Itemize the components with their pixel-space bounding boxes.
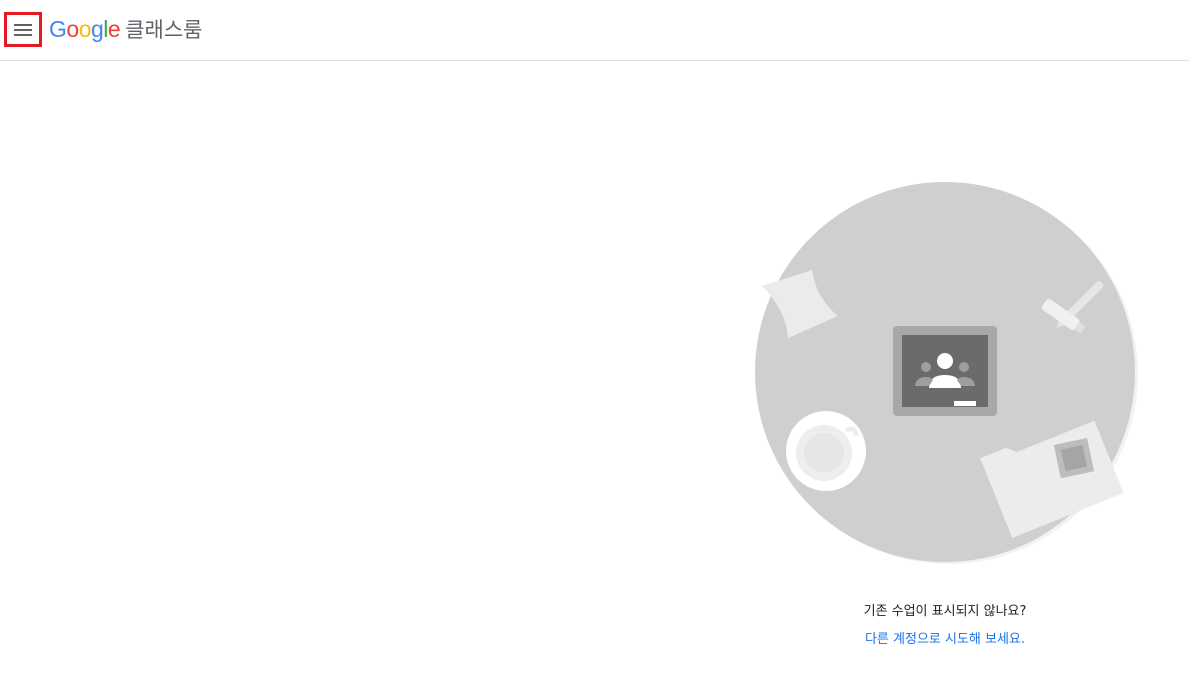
classroom-board-icon bbox=[893, 326, 997, 416]
classroom-logo[interactable]: Google 클래스룸 bbox=[49, 15, 202, 44]
logo-letter: o bbox=[66, 16, 79, 42]
top-app-bar: Google 클래스룸 bbox=[0, 0, 1189, 61]
switch-account-link[interactable]: 다른 계정으로 시도해 보세요. bbox=[760, 628, 1130, 647]
logo-letter: g bbox=[90, 16, 104, 42]
hamburger-menu-icon bbox=[14, 23, 32, 36]
logo-letter: G bbox=[49, 16, 67, 42]
no-classes-message: 기존 수업이 표시되지 않나요? bbox=[863, 604, 1027, 619]
google-wordmark: Google bbox=[49, 15, 121, 43]
logo-letter: e bbox=[107, 16, 121, 42]
coffee-cup-icon bbox=[786, 411, 866, 491]
main-menu-button[interactable] bbox=[4, 12, 42, 47]
logo-letter: o bbox=[78, 16, 92, 42]
product-name: 클래스룸 bbox=[125, 18, 203, 42]
classroom-desk-illustration bbox=[755, 182, 1138, 564]
